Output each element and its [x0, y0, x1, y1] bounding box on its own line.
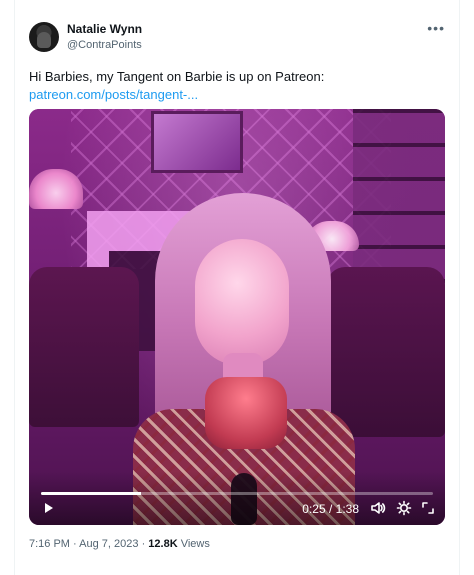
video-player[interactable]: 0:25 / 1:38 [29, 109, 445, 525]
armchair-left [29, 267, 139, 427]
author-name[interactable]: Natalie Wynn [67, 22, 142, 36]
wall-painting [151, 111, 243, 173]
avatar[interactable] [29, 22, 59, 52]
tweet-link[interactable]: patreon.com/posts/tangent-... [29, 86, 198, 103]
play-button[interactable] [39, 499, 57, 517]
person-scarf [205, 377, 287, 449]
tweet-time[interactable]: 7:16 PM [29, 538, 70, 550]
more-options-button[interactable]: ••• [427, 20, 445, 36]
tweet-text: Hi Barbies, my Tangent on Barbie is up o… [29, 69, 325, 84]
volume-button[interactable] [369, 499, 387, 517]
video-frame [29, 109, 445, 525]
video-progress-bar[interactable] [41, 492, 433, 495]
views-label: Views [180, 538, 210, 550]
person-face [195, 239, 289, 365]
fullscreen-button[interactable] [419, 499, 437, 517]
settings-button[interactable] [395, 499, 413, 517]
more-horizontal-icon: ••• [427, 20, 445, 36]
tweet-meta: 7:16 PM · Aug 7, 2023 · 12.8K Views [29, 538, 210, 550]
settings-gear-icon [396, 500, 412, 516]
bookshelf [353, 109, 445, 289]
volume-icon [371, 502, 386, 514]
tweet-date[interactable]: Aug 7, 2023 [79, 538, 138, 550]
views-count: 12.8K [148, 538, 178, 550]
author-handle[interactable]: @ContraPoints [67, 39, 142, 51]
video-controls: 0:25 / 1:38 [29, 471, 445, 525]
video-time: 0:25 / 1:38 [302, 502, 359, 516]
lamp-left [29, 169, 83, 209]
video-progress-fill [41, 492, 141, 495]
fullscreen-icon [422, 502, 434, 514]
play-icon [45, 503, 53, 513]
tweet-card: Natalie Wynn @ContraPoints ••• Hi Barbie… [14, 0, 460, 575]
